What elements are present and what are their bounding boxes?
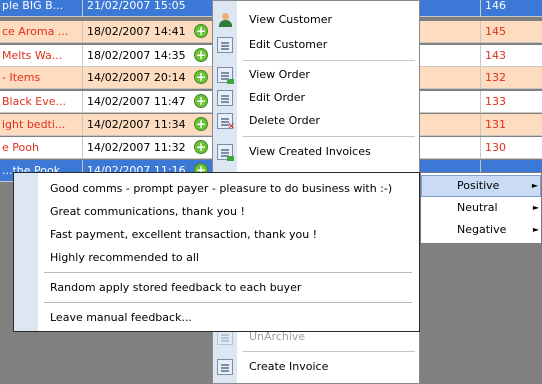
- expand-row-icon[interactable]: +: [194, 24, 208, 38]
- order-id-cell: 130: [480, 137, 542, 158]
- order-id-cell: 145: [480, 21, 542, 42]
- feedback-rating-submenu: Positive ► Neutral ► Negative ►: [420, 172, 542, 244]
- menu-separator: [44, 302, 412, 303]
- menu-item-neutral[interactable]: Neutral ►: [421, 197, 541, 219]
- item-title-cell: - Items: [2, 71, 41, 84]
- expand-row-icon[interactable]: +: [194, 48, 208, 62]
- menu-item-edit-order[interactable]: Edit Order: [213, 87, 419, 109]
- menu-item-label: View Order: [249, 68, 310, 81]
- order-id-cell: 143: [480, 45, 542, 66]
- feedback-text-submenu: Good comms - prompt payer - pleasure to …: [13, 172, 420, 332]
- date-cell: 14/02/2007 11:34: [82, 114, 192, 135]
- create-invoice-icon: [217, 359, 233, 375]
- menu-separator: [44, 272, 412, 273]
- menu-item-label: Delete Order: [249, 114, 320, 127]
- submenu-arrow-icon: ►: [531, 181, 538, 190]
- item-title-cell: e Pooh: [2, 141, 39, 154]
- delete-order-icon: ✕: [217, 113, 235, 132]
- date-cell: 14/02/2007 20:14: [82, 67, 192, 88]
- menu-separator: [243, 351, 415, 352]
- menu-item-manual-feedback[interactable]: Leave manual feedback...: [14, 306, 419, 329]
- submenu-arrow-icon: ►: [532, 225, 539, 234]
- menu-item-label: Negative: [457, 223, 507, 236]
- view-invoices-icon: [217, 144, 234, 161]
- menu-item-label: Edit Order: [249, 91, 306, 104]
- view-customer-icon: [217, 12, 233, 28]
- order-id-cell: 132: [480, 67, 542, 88]
- menu-item-label: Random apply stored feedback to each buy…: [50, 281, 302, 294]
- menu-item-feedback-text[interactable]: Fast payment, excellent transaction, tha…: [14, 223, 419, 246]
- menu-item-label: Neutral: [457, 201, 498, 214]
- date-cell: 21/02/2007 15:05: [82, 0, 192, 16]
- menu-item-feedback-text[interactable]: Great communications, thank you !: [14, 200, 419, 223]
- edit-customer-icon: [217, 37, 233, 53]
- view-order-icon: [217, 67, 234, 84]
- date-cell: 14/02/2007 11:32: [82, 137, 192, 158]
- date-cell: 18/02/2007 14:35: [82, 45, 192, 66]
- order-id-cell: 131: [480, 114, 542, 135]
- order-id-cell: 133: [480, 91, 542, 112]
- menu-item-label: Positive: [457, 179, 500, 192]
- menu-item-view-order[interactable]: View Order: [213, 64, 419, 86]
- menu-item-label: Edit Customer: [249, 38, 328, 51]
- menu-item-label: Create Invoice: [249, 360, 329, 373]
- menu-item-feedback-text[interactable]: Good comms - prompt payer - pleasure to …: [14, 177, 419, 200]
- menu-item-view-customer[interactable]: View Customer: [213, 9, 419, 31]
- item-title-cell: Black Eve...: [2, 95, 66, 108]
- expand-row-icon[interactable]: +: [194, 70, 208, 84]
- menu-separator: [243, 136, 415, 137]
- menu-item-label: View Created Invoices: [249, 145, 371, 158]
- date-cell: 14/02/2007 11:47: [82, 91, 192, 112]
- menu-item-edit-customer[interactable]: Edit Customer: [213, 34, 419, 56]
- menu-item-label: View Customer: [249, 13, 333, 26]
- edit-order-icon: [217, 90, 233, 106]
- expand-row-icon[interactable]: +: [194, 117, 208, 131]
- menu-item-view-created-invoices[interactable]: View Created Invoices: [213, 141, 419, 163]
- menu-item-negative[interactable]: Negative ►: [421, 219, 541, 241]
- menu-item-positive[interactable]: Positive ►: [421, 175, 541, 197]
- menu-item-label: Good comms - prompt payer - pleasure to …: [50, 182, 393, 195]
- menu-item-feedback-text[interactable]: Highly recommended to all: [14, 246, 419, 269]
- item-title-cell: Melts Wa...: [2, 49, 63, 62]
- item-title-cell: ce Aroma ...: [2, 25, 69, 38]
- menu-separator: [243, 60, 415, 61]
- menu-item-random-feedback[interactable]: Random apply stored feedback to each buy…: [14, 276, 419, 299]
- date-cell: 18/02/2007 14:41: [82, 21, 192, 42]
- menu-item-label: Highly recommended to all: [50, 251, 199, 264]
- order-id-cell: 146: [480, 0, 542, 16]
- item-title-cell: ple BIG B...: [2, 0, 64, 12]
- menu-item-delete-order[interactable]: ✕ Delete Order: [213, 110, 419, 132]
- item-title-cell: ight bedti...: [2, 118, 66, 131]
- menu-item-label: Great communications, thank you !: [50, 205, 245, 218]
- expand-row-icon[interactable]: +: [194, 94, 208, 108]
- menu-item-create-invoice[interactable]: Create Invoice: [213, 356, 419, 378]
- menu-item-label: Fast payment, excellent transaction, tha…: [50, 228, 318, 241]
- expand-row-icon[interactable]: +: [194, 140, 208, 154]
- menu-item-label: Leave manual feedback...: [50, 311, 192, 324]
- submenu-arrow-icon: ►: [532, 203, 539, 212]
